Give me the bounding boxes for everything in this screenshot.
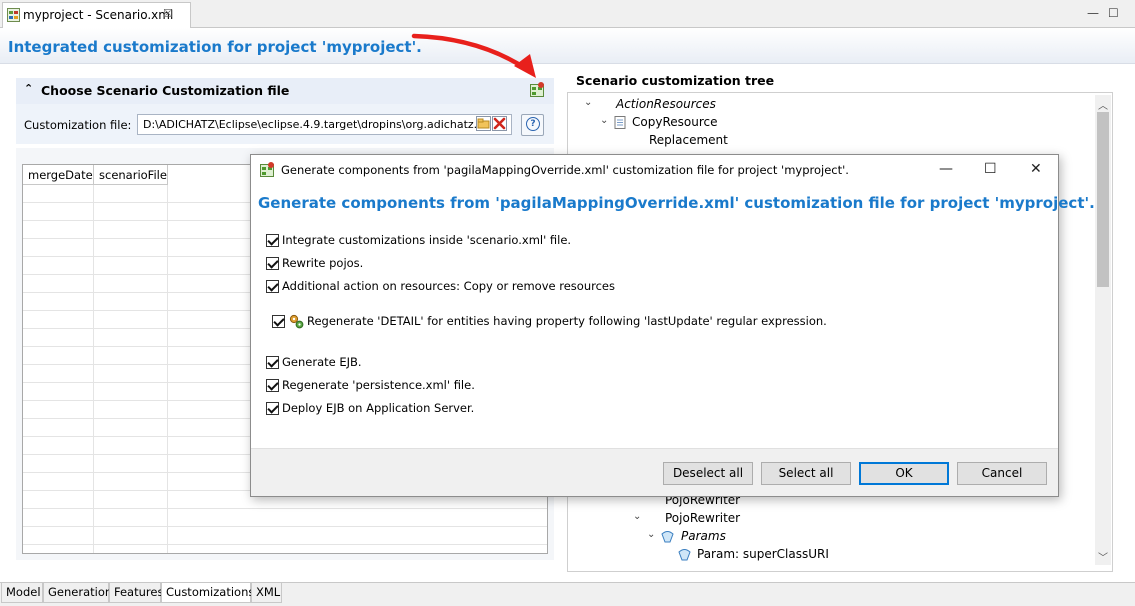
page-tab-bar: Model Generation Features Customizations…	[0, 582, 1135, 606]
tree-scrollbar[interactable]: ︿ ﹀	[1095, 95, 1111, 565]
params-icon	[661, 531, 674, 543]
cancel-button[interactable]: Cancel	[957, 462, 1047, 485]
generate-components-dialog[interactable]: Generate components from 'pagilaMappingO…	[250, 154, 1095, 497]
tab-generation[interactable]: Generation	[43, 583, 112, 603]
tree-item-label: Replacement	[649, 133, 728, 147]
tab-features[interactable]: Features	[109, 583, 163, 603]
generate-components-icon	[260, 162, 274, 177]
option-label: Regenerate 'DETAIL' for entities having …	[307, 314, 827, 328]
close-icon[interactable]: ☒	[163, 7, 173, 20]
option-label: Deploy EJB on Application Server.	[282, 401, 475, 415]
column-header-mergedate[interactable]: mergeDate	[23, 165, 94, 185]
minimize-icon[interactable]: —	[939, 161, 953, 177]
close-icon[interactable]: ✕	[1030, 161, 1042, 177]
tree-item-label: CopyResource	[632, 115, 718, 129]
tree-item-params[interactable]: ⌄ Params	[647, 529, 726, 543]
tree-item-label: Params	[681, 529, 726, 543]
checkbox-checked[interactable]	[266, 402, 279, 415]
section-title: Choose Scenario Customization file	[41, 83, 290, 98]
column-divider	[167, 185, 168, 553]
column-divider	[93, 185, 94, 553]
tree-item-label: Param: superClassURI	[697, 547, 829, 561]
customization-file-input[interactable]: D:\ADICHATZ\Eclipse\eclipse.4.9.target\d…	[137, 114, 512, 135]
tree-item-param-superclassuri[interactable]: Param: superClassURI	[678, 547, 829, 561]
dialog-options: Integrate customizations inside 'scenari…	[251, 221, 1058, 448]
tree-item-actionresources[interactable]: ⌄ ActionResources	[584, 97, 716, 111]
column-header-scenariofile[interactable]: scenarioFile	[94, 165, 168, 185]
chevron-down-icon[interactable]: ⌄	[647, 529, 655, 540]
ok-button[interactable]: OK	[859, 462, 949, 485]
page-title: Integrated customization for project 'my…	[8, 38, 422, 56]
checkbox-checked[interactable]	[266, 356, 279, 369]
tree-section-title: Scenario customization tree	[576, 73, 775, 88]
maximize-icon[interactable]: ☐	[1108, 6, 1119, 20]
chevron-down-icon[interactable]: ⌄	[633, 511, 641, 522]
tree-item-pojorewriter-expanded[interactable]: ⌄ PojoRewriter	[633, 511, 741, 525]
browse-icon[interactable]	[476, 116, 491, 131]
checkbox-checked[interactable]	[272, 315, 285, 328]
option-label: Regenerate 'persistence.xml' file.	[282, 378, 475, 392]
checkbox-checked[interactable]	[266, 280, 279, 293]
scenario-file-icon	[7, 8, 20, 22]
checkbox-checked[interactable]	[266, 234, 279, 247]
param-icon	[678, 549, 691, 561]
tree-item-replacement[interactable]: Replacement	[649, 133, 728, 147]
dialog-footer: Deselect all Select all OK Cancel	[251, 448, 1058, 496]
option-label: Additional action on resources: Copy or …	[282, 279, 615, 293]
dialog-heading: Generate components from 'pagilaMappingO…	[258, 194, 1095, 212]
tab-xml[interactable]: XML	[251, 583, 282, 603]
option-label: Rewrite pojos.	[282, 256, 364, 270]
option-label: Integrate customizations inside 'scenari…	[282, 233, 572, 247]
minimize-icon[interactable]: —	[1087, 6, 1099, 20]
help-icon: ?	[526, 117, 540, 131]
tree-item-label: ActionResources	[616, 97, 716, 111]
collapse-icon[interactable]: ⌃	[24, 82, 33, 95]
chevron-down-icon[interactable]: ⌄	[600, 115, 608, 126]
checkbox-checked[interactable]	[266, 257, 279, 270]
customization-file-value: D:\ADICHATZ\Eclipse\eclipse.4.9.target\d…	[143, 118, 478, 131]
chevron-up-icon[interactable]: ︿	[1098, 97, 1108, 112]
dialog-titlebar[interactable]: Generate components from 'pagilaMappingO…	[251, 155, 1058, 185]
select-all-button[interactable]: Select all	[761, 462, 851, 485]
tab-model[interactable]: Model	[1, 583, 43, 603]
tab-customizations[interactable]: Customizations	[161, 583, 254, 603]
tree-item-label: PojoRewriter	[665, 511, 741, 525]
checkbox-checked[interactable]	[266, 379, 279, 392]
maximize-icon[interactable]: ☐	[984, 161, 997, 177]
deselect-all-button[interactable]: Deselect all	[663, 462, 753, 485]
option-label: Generate EJB.	[282, 355, 362, 369]
editor-tab-scenario[interactable]: myproject - Scenario.xml ☒	[2, 2, 191, 28]
customization-file-label: Customization file:	[24, 118, 132, 132]
dialog-title: Generate components from 'pagilaMappingO…	[281, 163, 849, 177]
clear-icon[interactable]	[492, 116, 507, 131]
chevron-down-icon[interactable]: ﹀	[1098, 549, 1108, 564]
resource-icon	[614, 116, 626, 129]
annotation-arrow-icon	[411, 33, 536, 78]
chevron-down-icon[interactable]: ⌄	[584, 97, 592, 108]
gears-icon	[289, 314, 304, 329]
help-button[interactable]: ?	[521, 114, 544, 136]
tree-item-copyresource[interactable]: ⌄ CopyResource	[600, 115, 718, 129]
editor-tab-label: myproject - Scenario.xml	[23, 8, 174, 22]
scrollbar-thumb[interactable]	[1097, 112, 1109, 287]
